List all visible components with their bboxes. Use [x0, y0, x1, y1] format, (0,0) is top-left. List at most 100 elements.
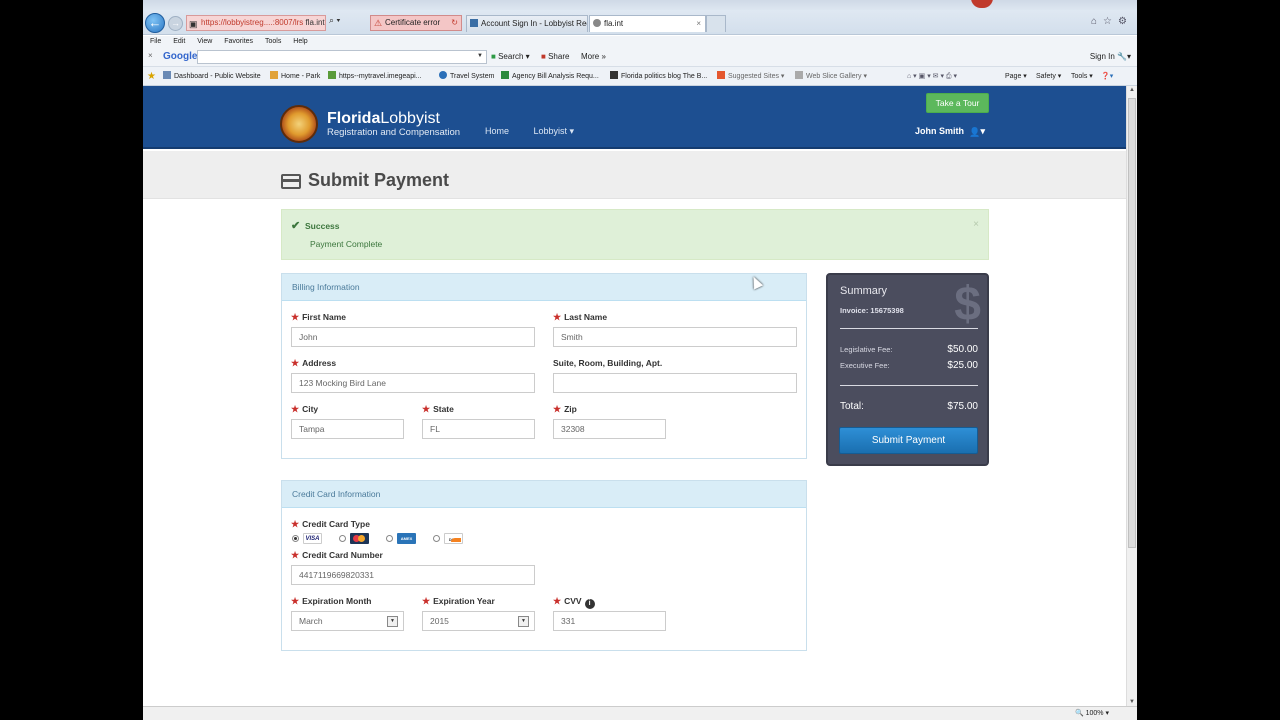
expiration-year-label: ★ Expiration Year	[422, 596, 495, 607]
google-search-input[interactable]: ▼	[197, 50, 487, 64]
label-text: Last Name	[564, 312, 608, 322]
status-bar: 🔍 100% ▾	[143, 706, 1137, 720]
wrench-icon[interactable]: 🔧▾	[1117, 52, 1131, 61]
command-bar-icons[interactable]: ⌂ ▾ ▣ ▾ ✉ ▾ ⎙ ▾	[907, 67, 957, 85]
chevron-down-icon[interactable]: ▼	[518, 616, 529, 627]
favorite-dashboard[interactable]: Dashboard - Public Website	[163, 67, 261, 85]
zoom-level[interactable]: 🔍 100% ▾	[1075, 709, 1109, 717]
city-input[interactable]: Tampa	[291, 419, 404, 439]
menu-favorites[interactable]: Favorites	[224, 38, 253, 45]
mastercard-icon	[350, 533, 369, 544]
menu-file[interactable]: File	[150, 38, 161, 45]
share-icon: ■	[541, 52, 546, 61]
back-icon[interactable]: ←	[145, 13, 165, 33]
chevron-down-icon[interactable]: ▼	[387, 616, 398, 627]
zoom-value: 100%	[1085, 710, 1104, 717]
info-icon[interactable]: i	[584, 599, 595, 609]
alert-close-button[interactable]: ×	[973, 219, 979, 230]
refresh-icon[interactable]: ↻	[451, 16, 458, 30]
favorite-label: Florida politics blog The B...	[621, 73, 708, 80]
sign-in-link[interactable]: Sign In 🔧▾	[1090, 52, 1131, 61]
help-icon[interactable]: ❓▾	[1101, 67, 1113, 85]
first-name-input[interactable]: John	[291, 327, 535, 347]
safety-menu[interactable]: Safety ▾	[1036, 67, 1061, 85]
alert-title: Success	[305, 221, 340, 231]
page-menu[interactable]: Page ▾	[1005, 67, 1027, 85]
address-search-icon[interactable]: ⌕ ▾	[329, 15, 340, 26]
summary-divider	[840, 328, 978, 329]
google-toolbar: × Google ▼ ■ Search ▾ ■ Share More » Sig…	[143, 48, 1137, 67]
address-text: https://lobbyistreg....:8007/lrs	[201, 18, 304, 27]
state-label: ★ State	[422, 404, 454, 415]
tab-favicon	[593, 19, 601, 27]
sign-in-label: Sign In	[1089, 52, 1115, 61]
label-text: Credit Card Number	[302, 550, 383, 560]
expiration-month-select[interactable]: March ▼	[291, 611, 404, 631]
favorite-agency-bill[interactable]: Agency Bill Analysis Requ...	[501, 67, 599, 85]
first-name-label: ★ First Name	[291, 312, 346, 323]
favorites-star-icon[interactable]: ★	[147, 67, 156, 85]
page-viewport: FloridaLobbyist Registration and Compens…	[143, 86, 1126, 706]
site-header: FloridaLobbyist Registration and Compens…	[143, 86, 1126, 149]
vertical-scrollbar[interactable]: ▲ ▼	[1126, 86, 1137, 706]
certificate-error-badge[interactable]: ⚠ Certificate error ↻	[370, 15, 462, 31]
scroll-up-icon[interactable]: ▲	[1129, 87, 1135, 93]
tools-menu[interactable]: Tools ▾	[1071, 67, 1093, 85]
fee-value: $25.00	[947, 360, 978, 371]
nav-lobbyist[interactable]: Lobbyist ▾	[534, 126, 575, 136]
favorite-mytravel[interactable]: https--mytravel.imegeapi...	[328, 67, 421, 85]
favorite-home-park[interactable]: Home - Park	[270, 67, 320, 85]
menu-edit[interactable]: Edit	[173, 38, 185, 45]
scrollbar-thumb[interactable]	[1128, 98, 1136, 548]
last-name-input[interactable]: Smith	[553, 327, 797, 347]
favorite-web-slice-gallery[interactable]: Web Slice Gallery ▾	[795, 67, 867, 85]
card-type-label: ★ Credit Card Type	[291, 519, 370, 530]
tab-fla-int[interactable]: fla.int ×	[589, 15, 706, 32]
chevron-down-icon[interactable]: ▼	[477, 53, 483, 59]
submit-payment-button[interactable]: Submit Payment	[839, 427, 978, 454]
forward-icon[interactable]: →	[168, 16, 183, 31]
more-button[interactable]: More »	[581, 52, 606, 61]
browser-toolbar-icons[interactable]: ⌂☆⚙	[1091, 16, 1133, 27]
warning-icon: ⚠	[374, 18, 383, 28]
card-type-discover-radio[interactable]	[433, 535, 440, 542]
share-button[interactable]: ■ Share	[541, 52, 569, 61]
menu-tools[interactable]: Tools	[265, 38, 281, 45]
cvv-input[interactable]: 331	[553, 611, 666, 631]
card-number-input[interactable]: 4417119669820331	[291, 565, 535, 585]
tab-label: fla.int	[604, 19, 624, 28]
success-alert: ✔ Success Payment Complete ×	[281, 209, 989, 260]
scroll-down-icon[interactable]: ▼	[1129, 699, 1135, 705]
google-search-button[interactable]: ■ Search ▾	[491, 52, 530, 61]
favorite-politics-blog[interactable]: Florida politics blog The B...	[610, 67, 708, 85]
nav-home[interactable]: Home	[485, 126, 509, 136]
address-input[interactable]: 123 Mocking Bird Lane	[291, 373, 535, 393]
label-text: State	[433, 404, 454, 414]
favorite-label: Suggested Sites ▾	[728, 73, 785, 80]
tab-account-sign-in[interactable]: Account Sign In - Lobbyist Reg...	[466, 15, 588, 32]
label-text: City	[302, 404, 319, 414]
favorite-travel-system[interactable]: Travel System	[439, 67, 494, 85]
take-a-tour-button[interactable]: Take a Tour	[926, 93, 989, 113]
favorite-suggested-sites[interactable]: Suggested Sites ▾	[717, 67, 785, 85]
expiration-year-select[interactable]: 2015 ▼	[422, 611, 535, 631]
billing-panel-header: Billing Information	[282, 274, 806, 301]
expiration-month-label: ★ Expiration Month	[291, 596, 372, 607]
close-icon[interactable]: ×	[148, 51, 153, 60]
close-tab-icon[interactable]: ×	[696, 16, 701, 31]
address-bar[interactable]: ▣ https://lobbyistreg....:8007/lrs fla.i…	[186, 15, 326, 31]
state-input[interactable]: FL	[422, 419, 535, 439]
legislative-fee-row: Legislative Fee: $50.00	[840, 344, 978, 355]
card-type-visa-radio[interactable]	[292, 535, 299, 542]
menu-bar: File Edit View Favorites Tools Help	[143, 36, 1137, 48]
menu-help[interactable]: Help	[293, 38, 307, 45]
zip-input[interactable]: 32308	[553, 419, 666, 439]
suite-input[interactable]	[553, 373, 797, 393]
site-brand[interactable]: FloridaLobbyist Registration and Compens…	[327, 110, 460, 138]
user-menu[interactable]: John Smith 👤 ▾	[915, 126, 985, 137]
florida-seal-logo[interactable]	[280, 105, 318, 143]
menu-view[interactable]: View	[197, 38, 212, 45]
card-type-mastercard-radio[interactable]	[339, 535, 346, 542]
card-type-amex-radio[interactable]	[386, 535, 393, 542]
new-tab-button[interactable]	[706, 15, 726, 32]
